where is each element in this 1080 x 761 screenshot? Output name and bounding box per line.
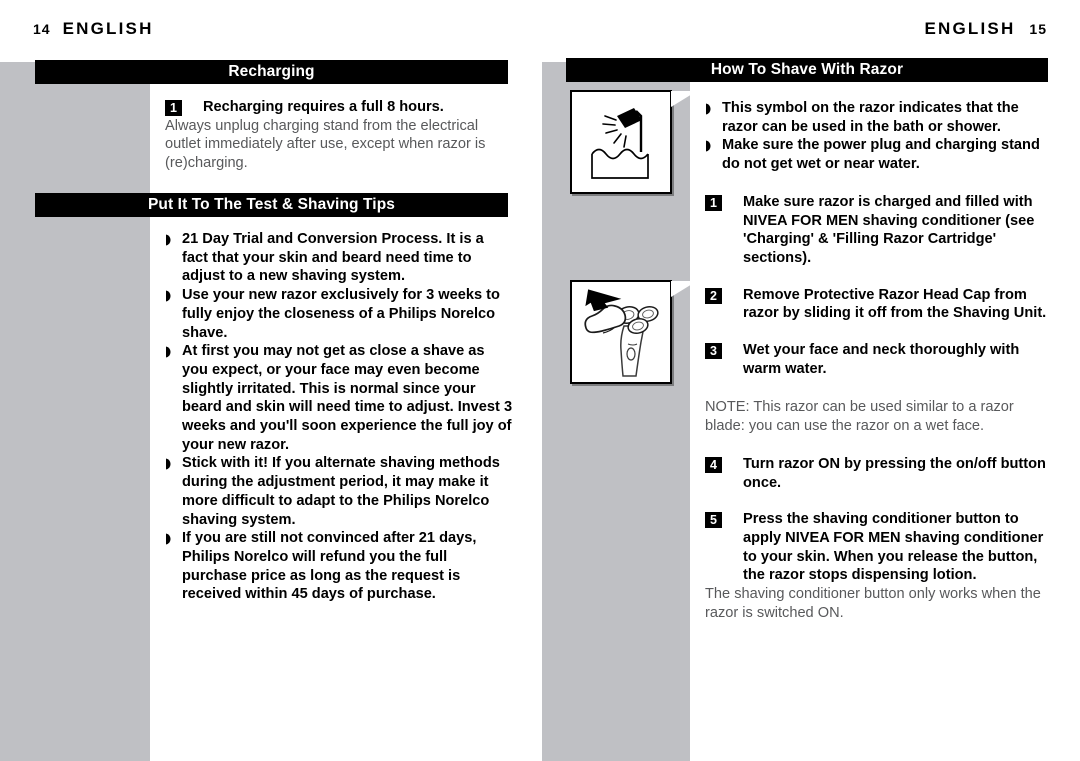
gray-bleed-panel-left: [0, 62, 150, 761]
list-item: If you are still not convinced after 21 …: [165, 529, 513, 604]
step-recharging: 1 Recharging requires a full 8 hours.: [165, 98, 515, 117]
section-body-recharging: 1 Recharging requires a full 8 hours. Al…: [165, 98, 515, 173]
step-item: 1 Make sure razor is charged and filled …: [705, 193, 1055, 268]
step-item: 3 Wet your face and neck thoroughly with…: [705, 341, 1055, 378]
step-item: 4 Turn razor ON by pressing the on/off b…: [705, 455, 1055, 492]
running-head-right: ENGLISH 15: [924, 19, 1047, 39]
step-item: 2 Remove Protective Razor Head Cap from …: [705, 286, 1055, 323]
step-number-badge: 4: [705, 456, 722, 473]
bullet-marker-icon: [165, 230, 175, 249]
step-item: 5 Press the shaving conditioner button t…: [705, 510, 1055, 585]
section-title-put-it-to-the-test: Put It To The Test & Shaving Tips: [147, 196, 395, 213]
section-body-put-it-to-the-test: 21 Day Trial and Conversion Process. It …: [165, 230, 513, 604]
bullet-list-shaving-tips: 21 Day Trial and Conversion Process. It …: [165, 230, 513, 604]
section-bar-how-to-shave: How To Shave With Razor: [566, 58, 1048, 82]
page-right: ENGLISH 15 How To Shave With Razor This …: [540, 0, 1080, 761]
step-text: Make sure razor is charged and filled wi…: [743, 193, 1035, 266]
step-number-badge: 1: [705, 194, 722, 211]
section-body-how-to-shave: This symbol on the razor indicates that …: [705, 99, 1055, 622]
shower-over-water-icon: [591, 108, 649, 179]
gray-panel-notch-2: [671, 281, 697, 311]
razor-cap-removal-icon: [584, 289, 659, 377]
list-item: 21 Day Trial and Conversion Process. It …: [165, 230, 513, 286]
running-head-left: 14 ENGLISH: [33, 19, 154, 39]
step-text: Press the shaving conditioner button to …: [743, 511, 1044, 584]
list-item: Make sure the power plug and charging st…: [705, 136, 1055, 173]
step-number-badge: 3: [705, 343, 722, 360]
list-item: Use your new razor exclusively for 3 wee…: [165, 286, 513, 342]
list-item-text: Make sure the power plug and charging st…: [722, 137, 1040, 173]
list-item-text: If you are still not convinced after 21 …: [182, 530, 477, 603]
page-left: 14 ENGLISH Recharging 1 Recharging requir…: [0, 0, 540, 761]
paragraph-recharging-note: Always unplug charging stand from the el…: [165, 117, 486, 172]
step-text: Recharging requires a full 8 hours.: [203, 99, 444, 115]
bullet-marker-icon: [705, 99, 715, 118]
step-number-badge: 5: [705, 512, 722, 529]
list-item-text: At first you may not get as close a shav…: [182, 343, 513, 453]
section-bar-put-it-to-the-test: Put It To The Test & Shaving Tips: [35, 193, 508, 217]
list-item: Stick with it! If you alternate shaving …: [165, 454, 513, 529]
manual-page-spread: 14 ENGLISH Recharging 1 Recharging requir…: [0, 0, 1080, 761]
section-title-recharging: Recharging: [228, 63, 315, 80]
running-head-label-right: ENGLISH: [924, 19, 1016, 38]
step-number-badge: 1: [165, 100, 182, 116]
step-number-badge: 2: [705, 287, 722, 304]
illustration-shower-water-symbol: [570, 90, 672, 194]
bullet-marker-icon: [165, 286, 175, 305]
bullet-marker-icon: [165, 342, 175, 361]
step-text: Remove Protective Razor Head Cap from ra…: [743, 286, 1047, 322]
running-head-label-left: ENGLISH: [62, 19, 154, 38]
section-bar-recharging: Recharging: [35, 60, 508, 84]
illustration-remove-head-cap: [570, 280, 672, 384]
list-item-text: This symbol on the razor indicates that …: [722, 100, 1019, 135]
step-list-primary: 1 Make sure razor is charged and filled …: [705, 193, 1055, 379]
folio-number-left: 14: [33, 21, 51, 37]
folio-number-right: 15: [1029, 21, 1047, 37]
gray-panel-notch-1: [671, 91, 697, 121]
bullet-marker-icon: [165, 454, 175, 473]
footnote-text: The shaving conditioner button only work…: [705, 586, 1041, 621]
bullet-list-water-safety: This symbol on the razor indicates that …: [705, 99, 1055, 174]
bullet-marker-icon: [165, 529, 175, 548]
step-list-secondary: 4 Turn razor ON by pressing the on/off b…: [705, 455, 1055, 585]
note-text: NOTE: This razor can be used similar to …: [705, 399, 1014, 435]
list-item: At first you may not get as close a shav…: [165, 342, 513, 454]
list-item-text: Use your new razor exclusively for 3 wee…: [182, 287, 500, 341]
list-item-text: 21 Day Trial and Conversion Process. It …: [182, 231, 484, 285]
step-text: Turn razor ON by pressing the on/off but…: [743, 455, 1046, 491]
bullet-marker-icon: [705, 136, 715, 155]
step-text: Wet your face and neck thoroughly with w…: [743, 342, 1020, 377]
section-title-how-to-shave: How To Shave With Razor: [710, 61, 904, 78]
list-item-text: Stick with it! If you alternate shaving …: [182, 455, 500, 528]
list-item: This symbol on the razor indicates that …: [705, 99, 1055, 136]
